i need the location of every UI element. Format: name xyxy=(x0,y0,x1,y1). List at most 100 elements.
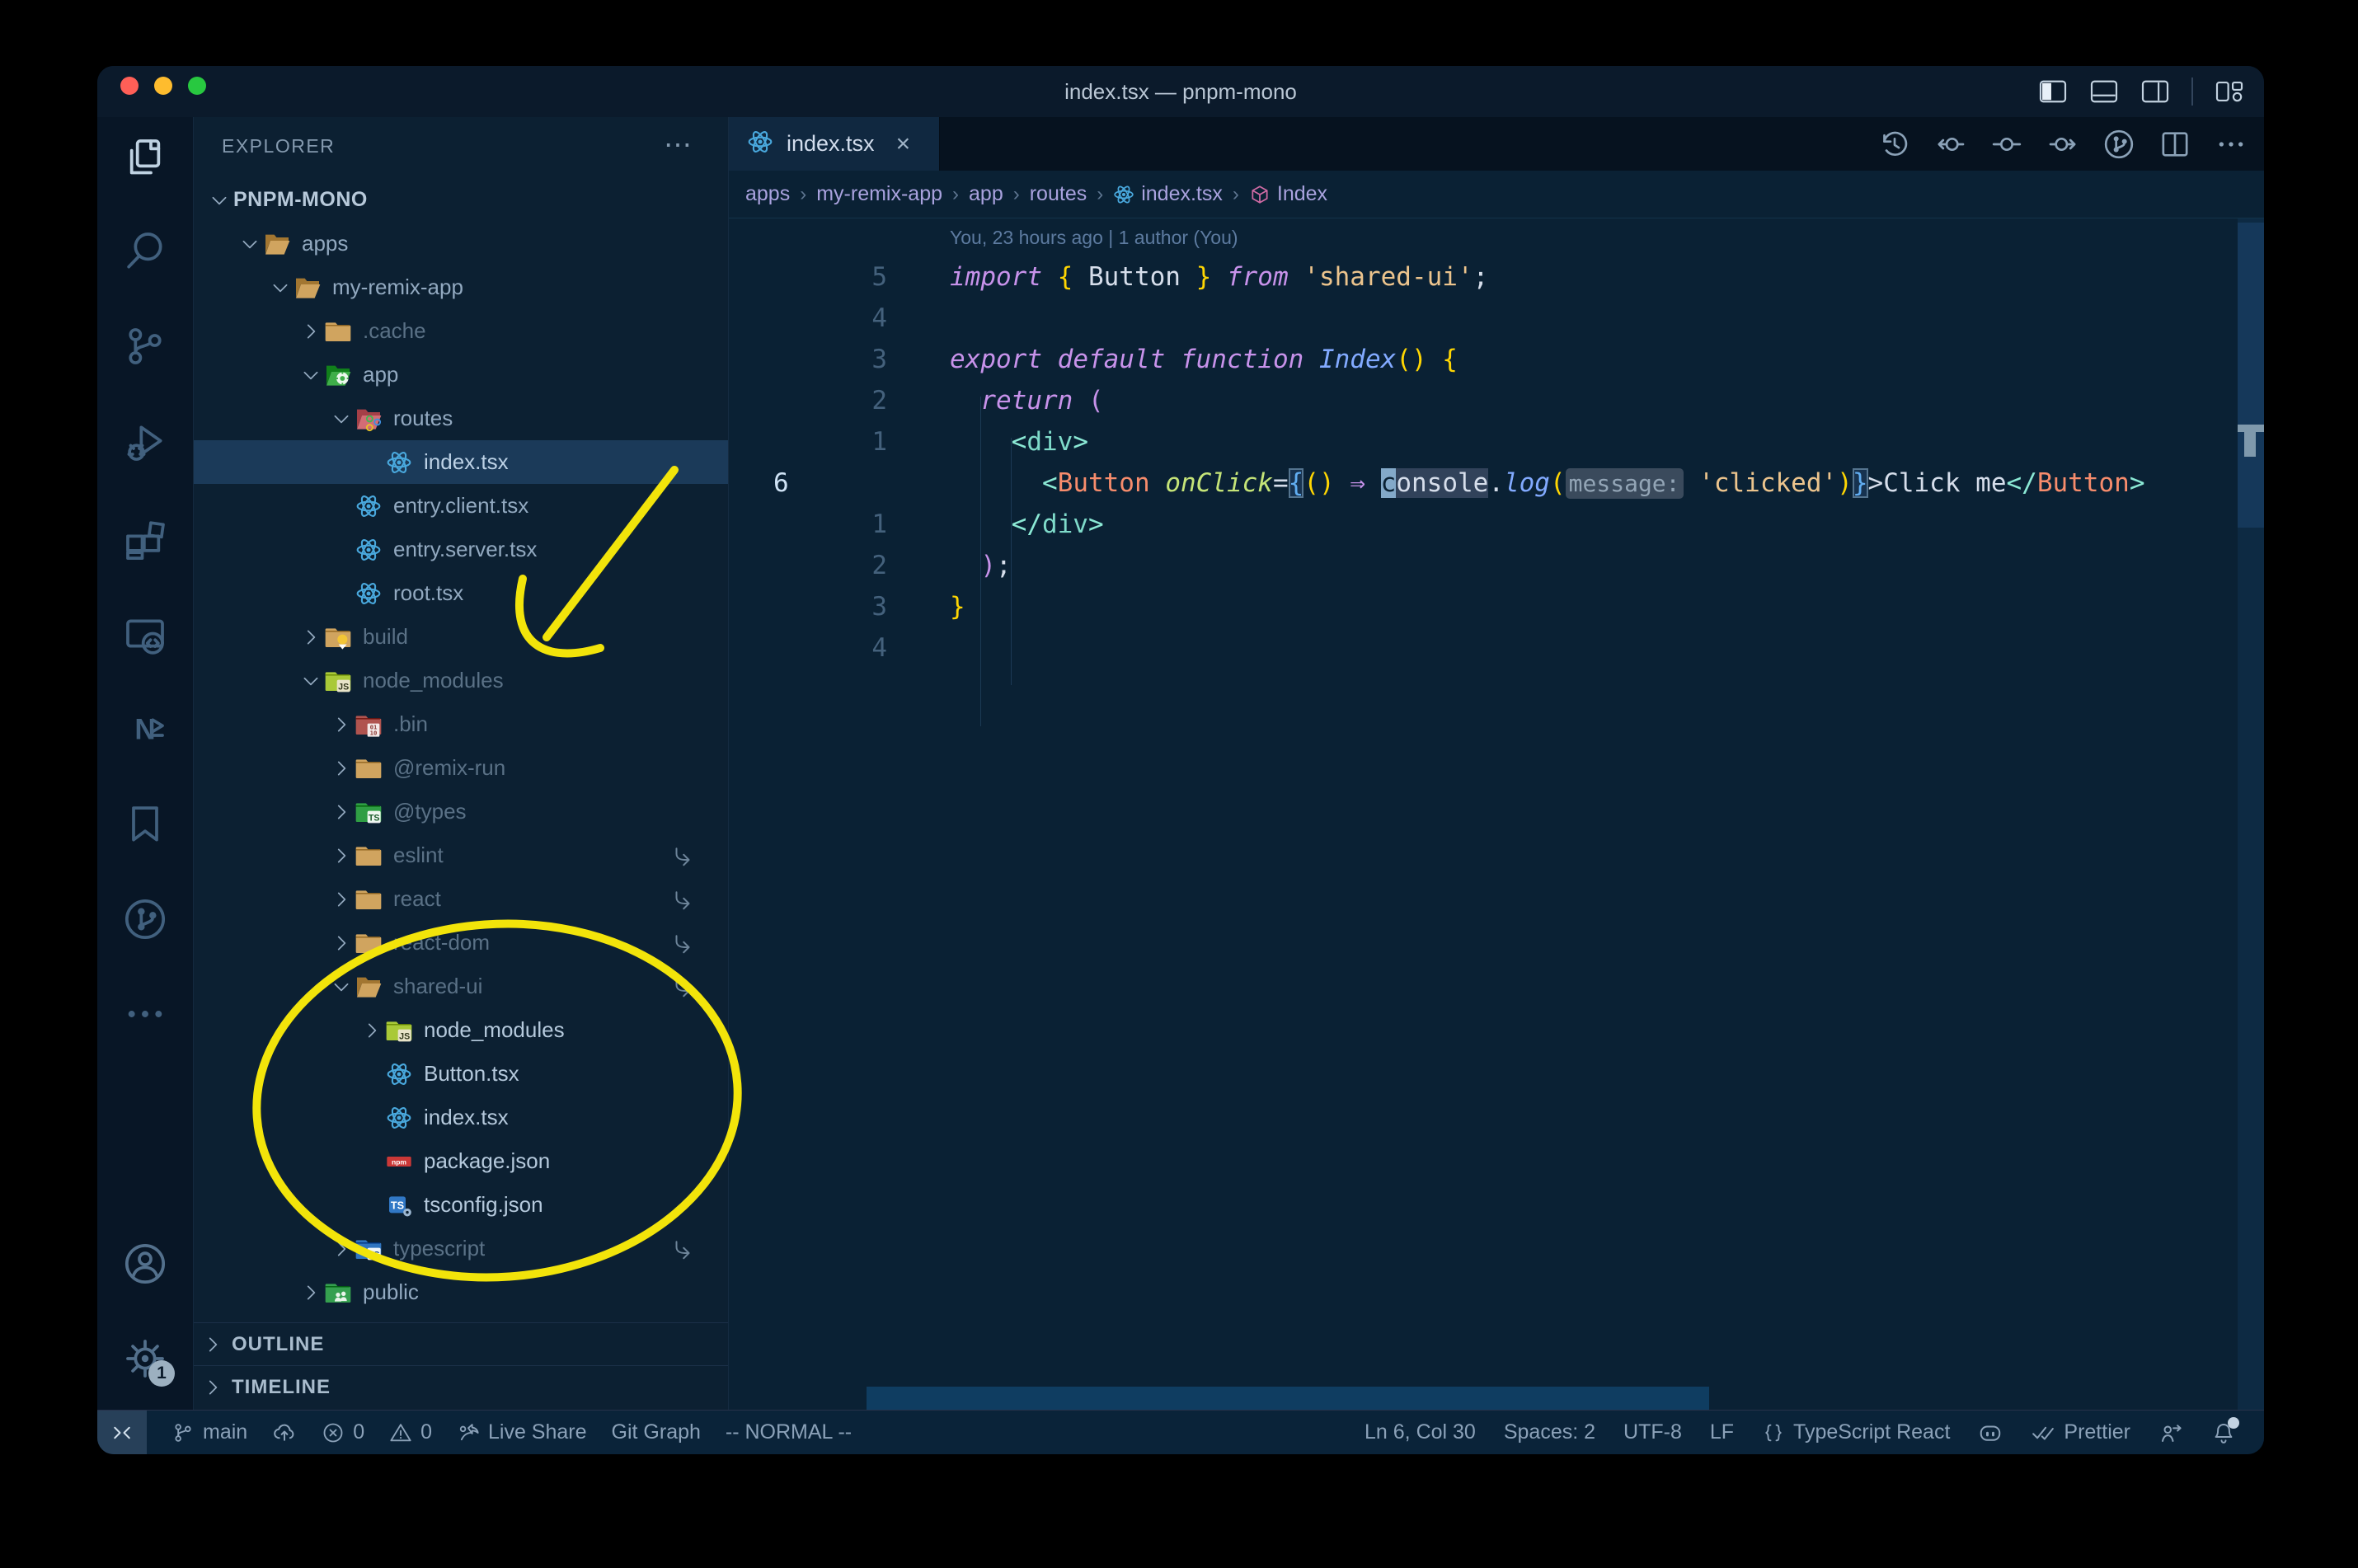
tree-item-react-dom[interactable]: react-dom xyxy=(194,921,728,965)
breadcrumb-index-tsx[interactable]: index.tsx xyxy=(1113,182,1223,206)
status-publish-changes[interactable] xyxy=(272,1420,297,1445)
code-line[interactable]: 4 xyxy=(729,627,2264,669)
tree-item-public[interactable]: public xyxy=(194,1270,728,1314)
chevron-right-icon[interactable] xyxy=(358,1016,386,1045)
tab-close-icon[interactable]: × xyxy=(896,130,911,158)
chevron-down-icon[interactable] xyxy=(327,405,355,433)
tree-item-tsconfig-json[interactable]: TS tsconfig.json xyxy=(194,1183,728,1227)
activity-bookmarks-icon[interactable] xyxy=(122,801,168,847)
commit-icon[interactable] xyxy=(1990,128,2023,161)
activity-nx-console-icon[interactable]: N xyxy=(122,707,168,753)
sidebar-section-timeline[interactable]: TIMELINE xyxy=(194,1365,728,1408)
status-errors[interactable]: 0 xyxy=(322,1420,364,1444)
tree-item-entry-client-tsx[interactable]: entry.client.tsx xyxy=(194,484,728,528)
status-git-graph[interactable]: Git Graph xyxy=(612,1420,701,1444)
breadcrumb-index[interactable]: Index xyxy=(1249,182,1327,206)
activity-git-graph-icon[interactable] xyxy=(122,896,168,942)
chevron-down-icon[interactable] xyxy=(236,230,264,258)
code-line[interactable]: 1 <div> xyxy=(729,421,2264,462)
code-line[interactable]: 5 import { Button } from 'shared-ui'; xyxy=(729,256,2264,298)
toggle-panel-icon[interactable] xyxy=(2089,79,2119,104)
navigate-back-icon[interactable] xyxy=(1934,128,1967,161)
breadcrumb-my-remix-app[interactable]: my-remix-app xyxy=(816,182,942,206)
chevron-right-icon[interactable] xyxy=(297,623,325,651)
status-copilot[interactable] xyxy=(1978,1420,2003,1445)
chevron-right-icon[interactable] xyxy=(297,317,325,345)
code-line[interactable]: 3} xyxy=(729,586,2264,627)
customize-layout-icon[interactable] xyxy=(2215,79,2244,104)
activity-settings-icon[interactable]: 1 xyxy=(122,1336,175,1387)
chevron-down-icon[interactable] xyxy=(205,186,233,214)
activity-additional-views-icon[interactable] xyxy=(122,991,168,1037)
activity-explorer-icon[interactable] xyxy=(122,135,168,181)
chevron-right-icon[interactable] xyxy=(327,754,355,782)
tree-item-node-modules[interactable]: JS node_modules xyxy=(194,1008,728,1052)
code-area[interactable]: You, 23 hours ago | 1 author (You) 5 impo… xyxy=(729,218,2264,1371)
tree-item-pnpm-mono[interactable]: PNPM-MONO xyxy=(194,178,728,222)
breadcrumb-apps[interactable]: apps xyxy=(745,182,790,206)
code-line[interactable]: 4 xyxy=(729,298,2264,339)
chevron-down-icon[interactable] xyxy=(327,973,355,1001)
status-notifications[interactable] xyxy=(2211,1416,2239,1445)
tab-index-tsx[interactable]: index.tsx × xyxy=(729,117,940,171)
chevron-down-icon[interactable] xyxy=(297,361,325,389)
breadcrumb-app[interactable]: app xyxy=(969,182,1003,206)
tree-item-index-tsx[interactable]: index.tsx xyxy=(194,1096,728,1139)
code-line[interactable]: 2 ); xyxy=(729,545,2264,586)
navigate-forward-icon[interactable] xyxy=(2046,128,2079,161)
tree-item-node-modules[interactable]: JS node_modules xyxy=(194,659,728,702)
tree-item-package-json[interactable]: npm package.json xyxy=(194,1139,728,1183)
chevron-right-icon[interactable] xyxy=(327,1235,355,1263)
status-language-mode[interactable]: TypeScript React xyxy=(1762,1420,1950,1444)
toggle-secondary-sidebar-icon[interactable] xyxy=(2140,79,2170,104)
activity-run-and-debug-icon[interactable] xyxy=(122,420,168,466)
chevron-right-icon[interactable] xyxy=(327,798,355,826)
chevron-right-icon[interactable] xyxy=(327,842,355,870)
sidebar-section-outline[interactable]: OUTLINE xyxy=(194,1322,728,1365)
tree-item-apps[interactable]: apps xyxy=(194,222,728,265)
chevron-right-icon[interactable] xyxy=(297,1279,325,1307)
status-warnings[interactable]: 0 xyxy=(389,1420,432,1444)
status-encoding[interactable]: UTF-8 xyxy=(1623,1420,1682,1444)
tree-item-index-tsx[interactable]: index.tsx xyxy=(194,440,728,484)
status-cursor-position[interactable]: Ln 6, Col 30 xyxy=(1365,1420,1476,1444)
tree-item-react[interactable]: react xyxy=(194,877,728,921)
chevron-right-icon[interactable] xyxy=(327,885,355,913)
git-graph-icon[interactable] xyxy=(2102,128,2135,161)
activity-remote-explorer-icon[interactable] xyxy=(122,613,168,660)
tree-item-entry-server-tsx[interactable]: entry.server.tsx xyxy=(194,528,728,571)
code-line[interactable]: 1 </div> xyxy=(729,504,2264,545)
scrollbar-slider[interactable] xyxy=(2238,223,2264,528)
status-remote-indicator[interactable] xyxy=(97,1411,147,1454)
activity-extensions-icon[interactable] xyxy=(122,517,168,563)
explorer-more-actions-icon[interactable]: ⋯ xyxy=(664,129,692,162)
timeline-history-icon[interactable] xyxy=(1878,128,1911,161)
tree-item-build[interactable]: build xyxy=(194,615,728,659)
vertical-scrollbar[interactable] xyxy=(2238,218,2264,1410)
tree-item--types[interactable]: TS @types xyxy=(194,790,728,833)
status-vim-mode[interactable]: -- NORMAL -- xyxy=(726,1420,852,1444)
tree-item-shared-ui[interactable]: shared-ui xyxy=(194,965,728,1008)
tree-item-button-tsx[interactable]: Button.tsx xyxy=(194,1052,728,1096)
status-eol[interactable]: LF xyxy=(1710,1420,1734,1444)
breadcrumb-routes[interactable]: routes xyxy=(1030,182,1087,206)
status-indentation[interactable]: Spaces: 2 xyxy=(1504,1420,1595,1444)
chevron-right-icon[interactable] xyxy=(327,711,355,739)
chevron-down-icon[interactable] xyxy=(297,667,325,695)
tree-item--remix-run[interactable]: @remix-run xyxy=(194,746,728,790)
code-line[interactable]: 2 return ( xyxy=(729,380,2264,421)
activity-accounts-icon[interactable] xyxy=(122,1241,168,1287)
toggle-sidebar-icon[interactable] xyxy=(2038,79,2068,104)
tree-item-app[interactable]: app xyxy=(194,353,728,397)
code-line[interactable]: 3 export default function Index() { xyxy=(729,339,2264,380)
tree-item--cache[interactable]: .cache xyxy=(194,309,728,353)
codelens-blame[interactable]: You, 23 hours ago | 1 author (You) xyxy=(950,227,1238,249)
tree-item-eslint[interactable]: eslint xyxy=(194,833,728,877)
tree-item-typescript[interactable]: TS typescript xyxy=(194,1227,728,1270)
chevron-down-icon[interactable] xyxy=(266,274,294,302)
status-live-share[interactable]: Live Share xyxy=(457,1420,587,1444)
tree-item-root-tsx[interactable]: root.tsx xyxy=(194,571,728,615)
chevron-right-icon[interactable] xyxy=(327,929,355,957)
status-git-branch[interactable]: main xyxy=(171,1420,247,1444)
status-prettier[interactable]: Prettier xyxy=(2031,1420,2130,1445)
